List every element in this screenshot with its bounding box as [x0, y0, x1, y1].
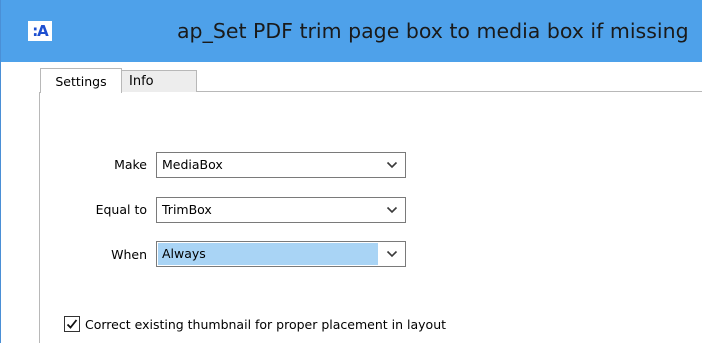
tab-settings[interactable]: Settings: [40, 68, 122, 93]
when-select-value: Always: [158, 243, 378, 265]
equal-to-label: Equal to: [95, 202, 147, 217]
checkmark-icon: [66, 319, 78, 329]
equal-to-select-value: TrimBox: [162, 202, 212, 217]
equal-to-select[interactable]: TrimBox: [156, 197, 406, 223]
make-select[interactable]: MediaBox: [156, 152, 406, 178]
chevron-down-icon: [386, 206, 398, 214]
window-title: ap_Set PDF trim page box to media box if…: [177, 19, 689, 43]
correct-thumbnail-label[interactable]: Correct existing thumbnail for proper pl…: [85, 317, 446, 333]
chevron-down-icon: [386, 161, 398, 169]
make-label: Make: [114, 157, 147, 172]
chevron-down-icon: [386, 250, 398, 258]
make-select-value: MediaBox: [162, 157, 223, 172]
title-bar[interactable]: :A ap_Set PDF trim page box to media box…: [1, 0, 702, 62]
when-select[interactable]: Always: [156, 241, 406, 267]
app-window: :A ap_Set PDF trim page box to media box…: [0, 0, 702, 343]
tab-info[interactable]: Info: [121, 70, 197, 92]
app-logo-icon: :A: [28, 21, 52, 41]
when-label: When: [111, 247, 147, 262]
correct-thumbnail-checkbox[interactable]: [64, 316, 80, 332]
